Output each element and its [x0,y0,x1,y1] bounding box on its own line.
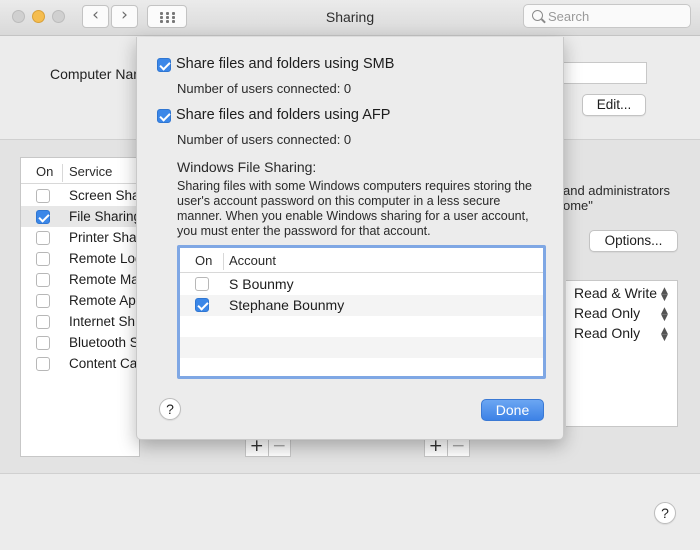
sheet-help-button[interactable]: ? [159,398,181,420]
computer-name-label: Computer Nam [50,66,145,82]
service-row-bluetooth-sharing[interactable]: Bluetooth S [21,332,139,353]
search-placeholder: Search [548,9,590,24]
accounts-table-header: On Account [180,248,543,273]
shared-folders-add-remove: + − [245,437,291,457]
edit-button[interactable]: Edit... [582,94,646,116]
service-row-internet-sharing[interactable]: Internet Sh [21,311,139,332]
account-name: S Bounmy [229,276,294,292]
smb-users-connected: Number of users connected: 0 [177,81,352,96]
permission-popup[interactable]: Read Only [574,305,640,321]
windows-file-sharing-description: Sharing files with some Windows computer… [177,179,533,238]
smb-option-label[interactable]: Share files and folders using SMB [176,56,394,72]
service-label: Remote Ma [69,272,139,287]
afp-users-connected: Number of users connected: 0 [177,132,352,147]
account-row[interactable]: Stephane Bounmy [180,295,543,316]
title-bar: ‹ › Sharing Search [0,0,700,36]
windows-file-sharing-heading: Windows File Sharing: [177,159,317,175]
account-name: Stephane Bounmy [229,297,345,313]
service-checkbox[interactable] [36,315,50,329]
permission-popup[interactable]: Read & Write [574,285,657,301]
account-checkbox[interactable] [195,298,209,312]
service-row-remote-apple-events[interactable]: Remote App [21,290,143,311]
access-note-line2: ome" [563,198,593,213]
service-checkbox[interactable] [36,189,50,203]
service-label: Remote Log [69,251,143,266]
computer-name-field[interactable] [560,62,647,84]
empty-row [180,316,543,337]
service-checkbox[interactable] [36,252,50,266]
account-row[interactable]: S Bounmy [180,274,543,295]
service-checkbox[interactable] [36,294,50,308]
done-button[interactable]: Done [481,399,544,421]
services-list-header: On Service [21,158,139,184]
service-checkbox[interactable] [36,273,50,287]
add-folder-button[interactable]: + [246,438,268,456]
service-label: Internet Sh [69,314,136,329]
accounts-table[interactable]: On Account S Bounmy Stephane Bounmy [177,245,546,379]
service-label: File Sharing [69,209,142,224]
smb-checkbox[interactable] [157,58,171,72]
service-row-printer-sharing[interactable]: Printer Sha [21,227,139,248]
popup-stepper-icon: ▲ ▼ [661,306,668,323]
empty-row [180,337,543,358]
afp-option-label[interactable]: Share files and folders using AFP [176,107,390,123]
service-label: Printer Sha [69,230,137,245]
access-note-line1: and administrators [563,183,670,198]
service-column-header: Service [69,164,113,179]
on-column-header: On [36,164,54,179]
service-row-content-caching[interactable]: Content Ca [21,353,139,374]
account-column-header: Account [229,253,276,268]
remove-user-button[interactable]: − [446,438,470,456]
service-row-remote-login[interactable]: Remote Log [21,248,143,269]
search-icon [532,10,543,21]
popup-stepper-icon: ▲ ▼ [661,286,668,303]
empty-row [180,358,543,376]
users-add-remove: + − [424,437,470,457]
account-checkbox[interactable] [195,277,209,291]
remove-folder-button[interactable]: − [267,438,291,456]
afp-checkbox[interactable] [157,109,171,123]
search-field[interactable]: Search [523,4,691,28]
add-user-button[interactable]: + [425,438,447,456]
service-label: Remote App [69,293,144,308]
service-checkbox[interactable] [36,336,50,350]
service-label: Content Ca [69,356,138,371]
on-column-header: On [195,253,213,268]
service-checkbox[interactable] [36,231,50,245]
file-sharing-options-sheet: Share files and folders using SMB Number… [136,37,564,440]
service-label: Bluetooth S [69,335,139,350]
popup-stepper-icon: ▲ ▼ [661,326,668,343]
service-row-screen-sharing[interactable]: Screen Sha [21,185,140,206]
permission-popup[interactable]: Read Only [574,325,640,341]
services-list[interactable]: On Service Screen Sha File Sharing Print… [20,157,143,457]
service-checkbox[interactable] [36,210,50,224]
service-checkbox[interactable] [36,357,50,371]
footer [0,474,700,550]
service-label: Screen Sha [69,188,140,203]
permissions-list[interactable]: Read & Write ▲ ▼ Read Only ▲ ▼ Read Only ▲… [566,280,678,427]
service-row-remote-management[interactable]: Remote Ma [21,269,139,290]
help-button[interactable]: ? [654,502,676,524]
options-button[interactable]: Options... [589,230,678,252]
service-row-file-sharing[interactable]: File Sharing [21,206,142,227]
